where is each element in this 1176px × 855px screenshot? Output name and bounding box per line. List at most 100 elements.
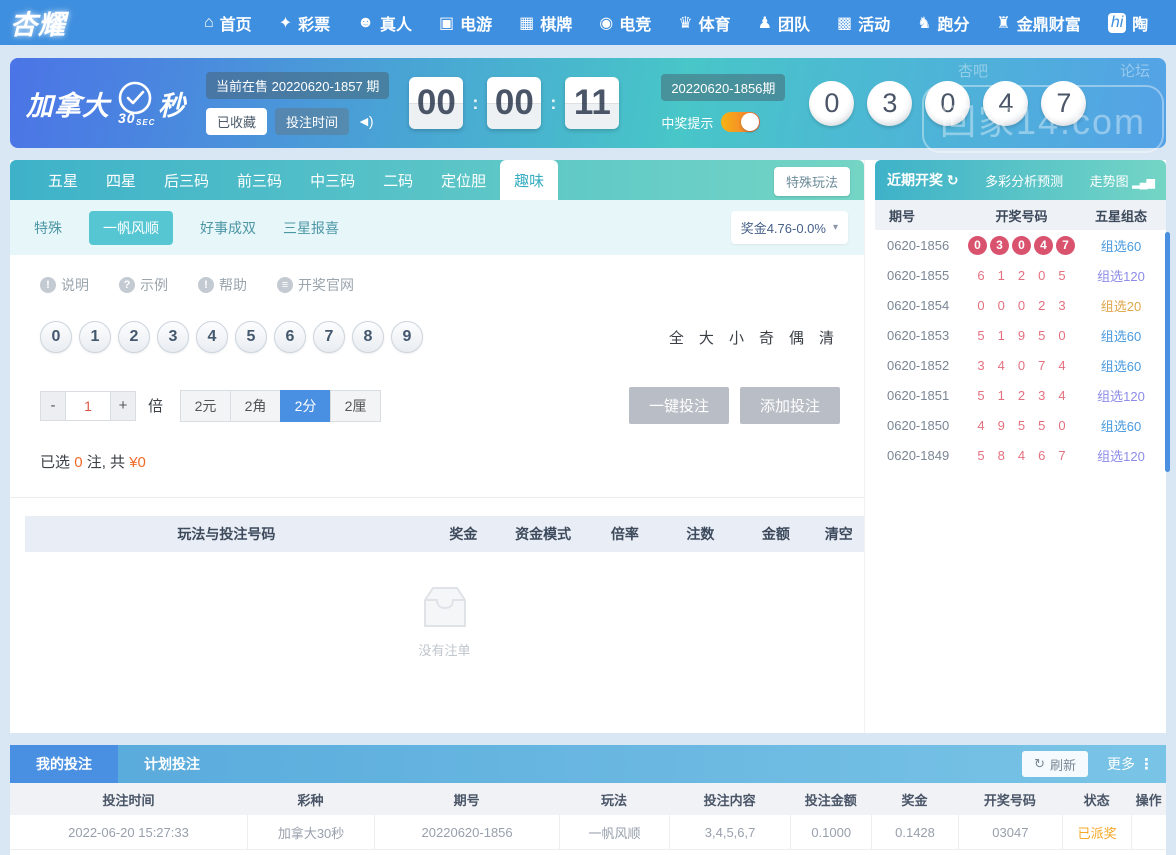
- quick-all[interactable]: 全: [669, 327, 684, 348]
- sidebar-tab-bar: 近期开奖 ↻ 多彩分析预测 走势图 ▂▄▆: [875, 160, 1166, 200]
- tab-quwei[interactable]: 趣味: [500, 160, 558, 200]
- pattern-link[interactable]: 组选20: [1076, 296, 1166, 315]
- quick-clear[interactable]: 清: [819, 327, 834, 348]
- tab-qiansanma[interactable]: 前三码: [223, 160, 296, 200]
- refresh-button[interactable]: ↻ 刷新: [1022, 751, 1088, 777]
- number-ball-1[interactable]: 1: [79, 321, 111, 353]
- pattern-link[interactable]: 组选120: [1076, 446, 1166, 465]
- quick-bet-button[interactable]: 一键投注: [629, 387, 729, 424]
- tab-zhongsanma[interactable]: 中三码: [296, 160, 369, 200]
- example-link[interactable]: ?示例: [119, 275, 168, 295]
- number-ball-4[interactable]: 4: [196, 321, 228, 353]
- site-logo: 杏耀: [10, 3, 66, 42]
- number-ball-9[interactable]: 9: [391, 321, 423, 353]
- unit-li[interactable]: 2厘: [330, 390, 381, 422]
- quick-small[interactable]: 小: [729, 327, 744, 348]
- multiplier-value[interactable]: 1: [65, 391, 111, 421]
- pattern-link[interactable]: 组选60: [1076, 236, 1166, 255]
- help-link[interactable]: !帮助: [198, 275, 247, 295]
- countdown-hours: 00: [409, 77, 463, 129]
- sidebar-scrollbar[interactable]: [1165, 232, 1170, 472]
- quick-big[interactable]: 大: [699, 327, 714, 348]
- tab-sixing[interactable]: 四星: [92, 160, 150, 200]
- number-ball-5[interactable]: 5: [235, 321, 267, 353]
- subtab-yifanfengshun[interactable]: 一帆风顺: [89, 211, 173, 245]
- instructions-link[interactable]: !说明: [40, 275, 89, 295]
- home-icon: ⌂: [204, 14, 214, 32]
- tab-wuxing[interactable]: 五星: [34, 160, 92, 200]
- special-play-button[interactable]: 特殊玩法: [774, 167, 850, 196]
- result-row: 0620-1849 58467 组选120: [875, 440, 1166, 470]
- more-dots-icon: ⋮: [1139, 755, 1154, 773]
- nav-sports[interactable]: ♛体育: [678, 11, 730, 35]
- result-row: 0620-1850 49550 组选60: [875, 410, 1166, 440]
- unit-jiao[interactable]: 2角: [230, 390, 281, 422]
- multiplier-minus-button[interactable]: -: [40, 391, 66, 421]
- tab-erma[interactable]: 二码: [369, 160, 427, 200]
- selection-summary: 已选 0 注, 共 ¥0: [10, 424, 864, 497]
- tab-recent-results[interactable]: 近期开奖 ↻: [887, 170, 959, 190]
- bet-amount: 0.1000: [790, 815, 871, 849]
- bet-time-button[interactable]: 投注时间: [275, 108, 349, 135]
- hi-icon: hi: [1108, 13, 1126, 33]
- nav-team[interactable]: ♟团队: [758, 11, 810, 35]
- subtab-sanxingbaoxi[interactable]: 三星报喜: [283, 218, 339, 238]
- bet-slip-header: 玩法与投注号码 奖金 资金模式 倍率 注数 金额 清空: [25, 516, 864, 552]
- tab-dingweidan[interactable]: 定位胆: [427, 160, 500, 200]
- number-ball-2[interactable]: 2: [118, 321, 150, 353]
- tab-analysis[interactable]: 多彩分析预测: [985, 171, 1063, 190]
- result-row: 0620-1854 00023 组选20: [875, 290, 1166, 320]
- chevron-down-icon: ▾: [833, 222, 838, 233]
- win-tip-label: 中奖提示: [661, 113, 713, 132]
- result-row: 0620-1853 51950 组选60: [875, 320, 1166, 350]
- nav-esports[interactable]: ◉电竞: [599, 11, 651, 35]
- quick-pick-row: 全 大 小 奇 偶 清: [669, 327, 834, 348]
- question-icon: ?: [119, 277, 135, 293]
- more-button[interactable]: 更多 ⋮: [1107, 745, 1154, 783]
- win-tip-toggle[interactable]: [721, 112, 760, 132]
- nav-chess[interactable]: ▦棋牌: [519, 11, 572, 35]
- pattern-link[interactable]: 组选60: [1076, 356, 1166, 375]
- number-ball-8[interactable]: 8: [352, 321, 384, 353]
- subtab-haoshichengshuang[interactable]: 好事成双: [200, 218, 256, 238]
- nav-hi[interactable]: hi陶: [1108, 11, 1148, 35]
- number-ball-7[interactable]: 7: [313, 321, 345, 353]
- tab-trend-chart[interactable]: 走势图 ▂▄▆: [1090, 171, 1154, 190]
- result-ball: 3: [990, 236, 1009, 255]
- nav-wealth[interactable]: ♜金鼎财富: [996, 11, 1080, 35]
- add-bet-button[interactable]: 添加投注: [740, 387, 840, 424]
- quick-even[interactable]: 偶: [789, 327, 804, 348]
- unit-yuan[interactable]: 2元: [180, 390, 231, 422]
- content-area: 五星 四星 后三码 前三码 中三码 二码 定位胆 趣味 特殊玩法 特殊 一帆风顺…: [10, 160, 1166, 733]
- nav-live[interactable]: ☻真人: [357, 11, 412, 35]
- nav-egames[interactable]: ▣电游: [439, 11, 492, 35]
- pattern-link[interactable]: 组选120: [1076, 266, 1166, 285]
- nav-lottery[interactable]: ✦彩票: [279, 11, 330, 35]
- nav-home[interactable]: ⌂首页: [204, 11, 252, 35]
- play-tab-bar: 五星 四星 后三码 前三码 中三码 二码 定位胆 趣味 特殊玩法: [10, 160, 864, 200]
- exclamation-icon: !: [40, 277, 56, 293]
- number-ball-0[interactable]: 0: [40, 321, 72, 353]
- pattern-link[interactable]: 组选60: [1076, 326, 1166, 345]
- quick-odd[interactable]: 奇: [759, 327, 774, 348]
- number-ball-3[interactable]: 3: [157, 321, 189, 353]
- tab-my-bets[interactable]: 我的投注: [10, 745, 118, 783]
- unit-fen[interactable]: 2分: [280, 390, 331, 422]
- tab-plan-bets[interactable]: 计划投注: [118, 745, 226, 783]
- favorited-button[interactable]: 已收藏: [206, 108, 267, 135]
- nav-activity[interactable]: ▩活动: [837, 11, 890, 35]
- official-site-link[interactable]: ≡开奖官网: [277, 275, 354, 295]
- number-ball-6[interactable]: 6: [274, 321, 306, 353]
- bet-record-row: 2022-06-20 15:27:33 加拿大30秒 20220620-1856…: [10, 815, 1166, 849]
- pattern-link[interactable]: 组选60: [1076, 416, 1166, 435]
- countdown-timer: 00 : 00 : 11: [409, 77, 619, 129]
- tab-housanma[interactable]: 后三码: [150, 160, 223, 200]
- lottery-logo: 加拿大 30 SEC 秒: [26, 77, 186, 129]
- bet-slip-table: 玩法与投注号码 奖金 资金模式 倍率 注数 金额 清空 没有注单: [25, 516, 864, 659]
- speaker-icon[interactable]: ◄): [357, 113, 372, 129]
- subtab-teshu[interactable]: 特殊: [34, 218, 62, 238]
- pattern-link[interactable]: 组选120: [1076, 386, 1166, 405]
- nav-paofen[interactable]: ♞跑分: [917, 11, 969, 35]
- bonus-dropdown[interactable]: 奖金4.76-0.0% ▾: [731, 211, 848, 244]
- multiplier-plus-button[interactable]: +: [110, 391, 136, 421]
